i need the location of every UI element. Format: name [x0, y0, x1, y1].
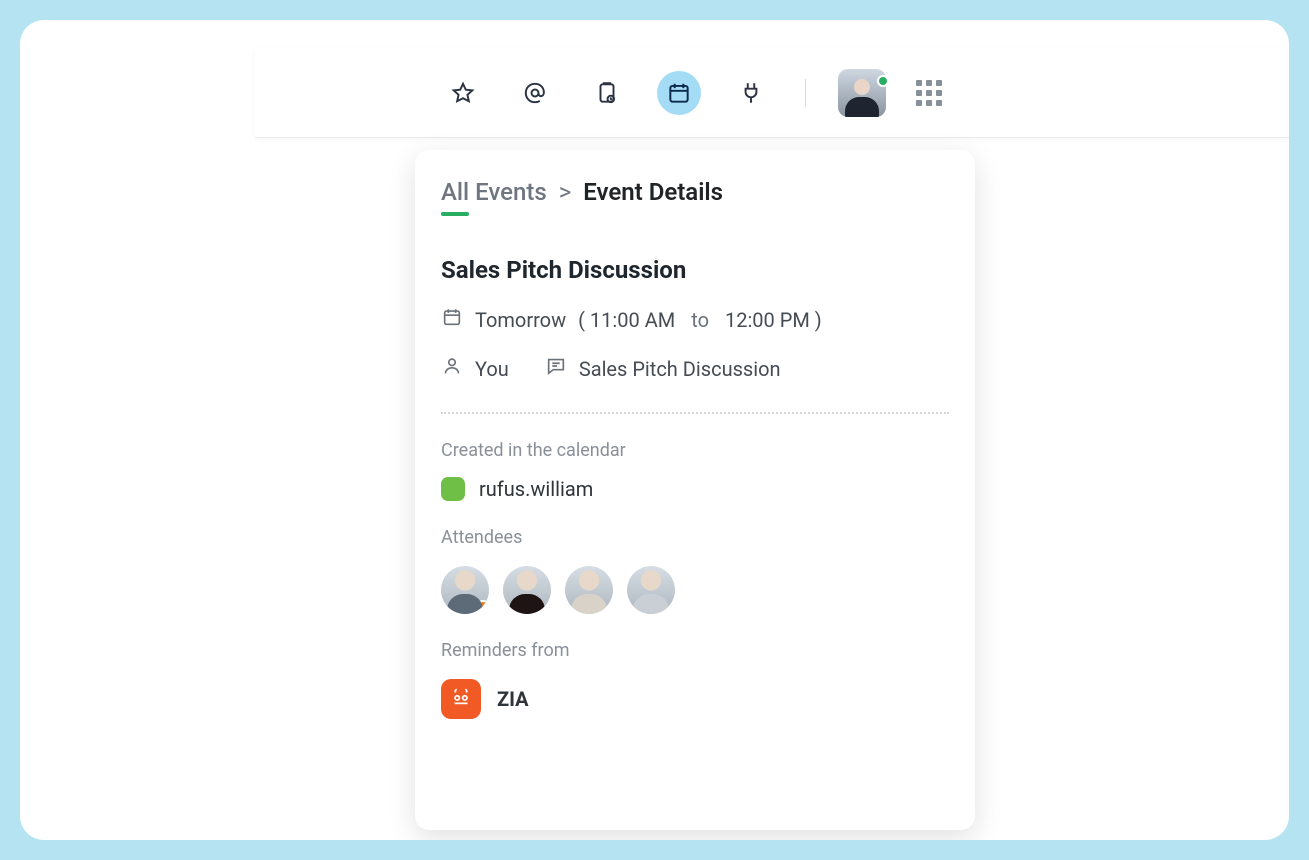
event-time-row: Tomorrow ( 11:00 AM to 12:00 PM ): [441, 306, 949, 333]
event-title: Sales Pitch Discussion: [441, 256, 949, 284]
profile-avatar[interactable]: [838, 69, 886, 117]
attendee-avatar[interactable]: [565, 566, 613, 614]
calendar-owner-row[interactable]: rufus.william: [441, 477, 949, 501]
zia-icon: [441, 679, 481, 719]
divider: [441, 412, 949, 414]
calendar-icon[interactable]: [657, 71, 701, 115]
calendar-section-label: Created in the calendar: [441, 440, 949, 461]
event-details-panel: All Events > Event Details Sales Pitch D…: [415, 150, 975, 830]
apps-grid-icon[interactable]: [914, 78, 944, 108]
reminder-source-name: ZIA: [497, 687, 529, 711]
toolbar-divider: [805, 79, 806, 107]
top-toolbar: [255, 48, 1289, 138]
clipboard-clock-icon[interactable]: [585, 71, 629, 115]
event-host: You: [475, 357, 509, 381]
breadcrumb-underline: [441, 212, 469, 216]
chat-icon: [545, 355, 567, 382]
breadcrumb-separator: >: [559, 178, 572, 206]
host-badge-icon: [475, 600, 489, 614]
reminders-section-label: Reminders from: [441, 640, 949, 661]
calendar-color-chip: [441, 477, 465, 501]
attendee-avatar[interactable]: [503, 566, 551, 614]
calendar-small-icon: [441, 306, 463, 333]
app-frame: All Events > Event Details Sales Pitch D…: [20, 20, 1289, 840]
attendee-avatar[interactable]: [441, 566, 489, 614]
event-time-start: ( 11:00 AM: [578, 308, 675, 332]
attendees-section-label: Attendees: [441, 527, 949, 548]
reminder-source-row[interactable]: ZIA: [441, 679, 949, 719]
breadcrumb-root[interactable]: All Events: [441, 178, 547, 206]
mention-icon[interactable]: [513, 71, 557, 115]
event-date: Tomorrow: [475, 308, 566, 332]
event-host-row: You Sales Pitch Discussion: [441, 355, 949, 382]
star-icon[interactable]: [441, 71, 485, 115]
attendees-row: [441, 566, 949, 614]
attendee-avatar[interactable]: [627, 566, 675, 614]
event-time-end: 12:00 PM ): [725, 308, 822, 332]
presence-indicator: [877, 75, 889, 87]
event-time-to: to: [691, 308, 709, 332]
event-chat[interactable]: Sales Pitch Discussion: [579, 357, 781, 381]
breadcrumb-current: Event Details: [583, 178, 723, 206]
plug-icon[interactable]: [729, 71, 773, 115]
calendar-owner-name: rufus.william: [479, 477, 593, 501]
breadcrumb: All Events > Event Details: [441, 178, 949, 206]
person-icon: [441, 355, 463, 382]
